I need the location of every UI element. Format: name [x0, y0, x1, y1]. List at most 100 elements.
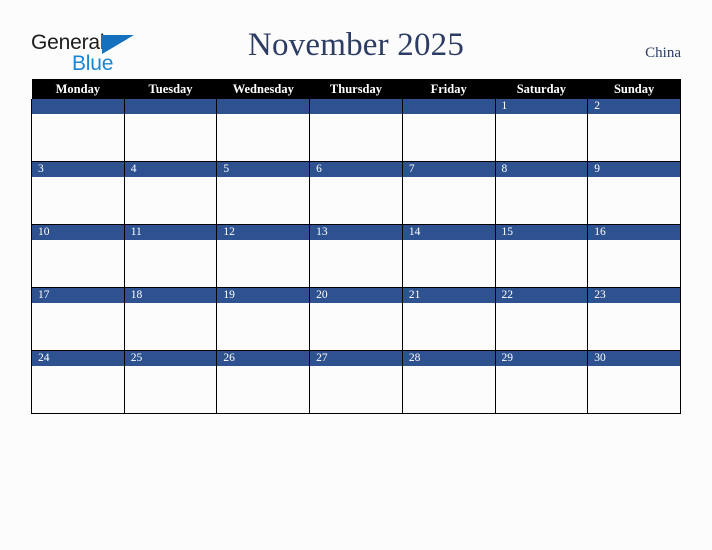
day-number: 29: [496, 351, 587, 366]
day-cell[interactable]: [123, 99, 218, 162]
day-cell[interactable]: [401, 99, 496, 162]
day-events-area[interactable]: [217, 240, 309, 287]
day-events-area[interactable]: [125, 177, 216, 224]
day-cell[interactable]: [31, 99, 125, 162]
day-number: 14: [403, 225, 495, 240]
day-cell[interactable]: [309, 99, 403, 162]
day-cell[interactable]: 13: [309, 224, 403, 288]
day-events-area[interactable]: [125, 114, 216, 161]
day-events-area[interactable]: [403, 177, 495, 224]
day-events-area[interactable]: [32, 177, 124, 224]
weekday-header-sunday: Sunday: [587, 79, 681, 99]
day-cell[interactable]: 26: [216, 350, 311, 414]
calendar-weeks: 1 2 3 4 5 6 7 8 9 10 11 12 13 14 15 16 1…: [31, 99, 681, 414]
day-cell[interactable]: 22: [494, 287, 589, 351]
day-number: 10: [32, 225, 124, 240]
day-number: 17: [32, 288, 124, 303]
day-cell[interactable]: 18: [123, 287, 218, 351]
day-number: 6: [310, 162, 402, 177]
day-number: [217, 99, 309, 114]
day-number: 12: [217, 225, 309, 240]
day-number: 28: [403, 351, 495, 366]
day-events-area[interactable]: [588, 114, 680, 161]
day-events-area[interactable]: [403, 240, 495, 287]
day-events-area[interactable]: [217, 366, 309, 413]
page-header: General Blue November 2025 China: [0, 0, 712, 78]
day-number: 11: [125, 225, 216, 240]
calendar-page: General Blue November 2025 China Monday …: [0, 0, 712, 550]
day-events-area[interactable]: [32, 114, 124, 161]
day-cell[interactable]: 25: [123, 350, 218, 414]
day-number: 5: [217, 162, 309, 177]
day-events-area[interactable]: [403, 114, 495, 161]
day-events-area[interactable]: [125, 240, 216, 287]
day-events-area[interactable]: [310, 303, 402, 350]
day-events-area[interactable]: [217, 114, 309, 161]
day-cell[interactable]: 23: [587, 287, 681, 351]
day-number: 8: [496, 162, 587, 177]
day-events-area[interactable]: [310, 366, 402, 413]
day-events-area[interactable]: [310, 177, 402, 224]
day-events-area[interactable]: [32, 303, 124, 350]
day-events-area[interactable]: [588, 303, 680, 350]
weekday-header-row: Monday Tuesday Wednesday Thursday Friday…: [31, 79, 681, 99]
day-events-area[interactable]: [310, 240, 402, 287]
day-events-area[interactable]: [310, 114, 402, 161]
day-cell[interactable]: 12: [216, 224, 311, 288]
day-events-area[interactable]: [32, 240, 124, 287]
day-number: 27: [310, 351, 402, 366]
day-events-area[interactable]: [496, 114, 587, 161]
day-cell[interactable]: 19: [216, 287, 311, 351]
day-cell[interactable]: 29: [494, 350, 589, 414]
day-events-area[interactable]: [125, 303, 216, 350]
day-cell[interactable]: 9: [587, 161, 681, 225]
day-cell[interactable]: 2: [587, 99, 681, 162]
day-cell[interactable]: 5: [216, 161, 311, 225]
day-number: [32, 99, 124, 114]
weekday-header-thursday: Thursday: [309, 79, 403, 99]
day-number: 24: [32, 351, 124, 366]
day-events-area[interactable]: [588, 366, 680, 413]
day-cell[interactable]: 8: [494, 161, 589, 225]
day-cell[interactable]: 11: [123, 224, 218, 288]
day-events-area[interactable]: [496, 240, 587, 287]
day-cell[interactable]: 15: [494, 224, 589, 288]
day-cell[interactable]: 21: [401, 287, 496, 351]
day-cell[interactable]: 17: [31, 287, 125, 351]
day-cell[interactable]: 27: [309, 350, 403, 414]
day-events-area[interactable]: [496, 366, 587, 413]
day-events-area[interactable]: [217, 177, 309, 224]
day-events-area[interactable]: [496, 177, 587, 224]
day-events-area[interactable]: [588, 240, 680, 287]
day-number: 21: [403, 288, 495, 303]
month-calendar-grid: Monday Tuesday Wednesday Thursday Friday…: [31, 79, 681, 414]
day-cell[interactable]: 4: [123, 161, 218, 225]
day-cell[interactable]: 10: [31, 224, 125, 288]
day-events-area[interactable]: [403, 366, 495, 413]
weekday-header-friday: Friday: [402, 79, 496, 99]
day-cell[interactable]: 24: [31, 350, 125, 414]
day-cell[interactable]: 14: [401, 224, 496, 288]
day-cell[interactable]: 28: [401, 350, 496, 414]
day-number: [403, 99, 495, 114]
day-number: 23: [588, 288, 680, 303]
day-events-area[interactable]: [32, 366, 124, 413]
day-cell[interactable]: 1: [494, 99, 589, 162]
day-cell[interactable]: 20: [309, 287, 403, 351]
country-label: China: [645, 45, 681, 61]
day-events-area[interactable]: [496, 303, 587, 350]
day-number: 2: [588, 99, 680, 114]
day-number: 13: [310, 225, 402, 240]
day-number: 19: [217, 288, 309, 303]
day-events-area[interactable]: [403, 303, 495, 350]
day-cell[interactable]: 7: [401, 161, 496, 225]
day-cell[interactable]: 30: [587, 350, 681, 414]
day-cell[interactable]: 6: [309, 161, 403, 225]
day-number: 7: [403, 162, 495, 177]
day-events-area[interactable]: [125, 366, 216, 413]
day-cell[interactable]: [216, 99, 311, 162]
day-events-area[interactable]: [217, 303, 309, 350]
day-events-area[interactable]: [588, 177, 680, 224]
day-cell[interactable]: 3: [31, 161, 125, 225]
day-cell[interactable]: 16: [587, 224, 681, 288]
